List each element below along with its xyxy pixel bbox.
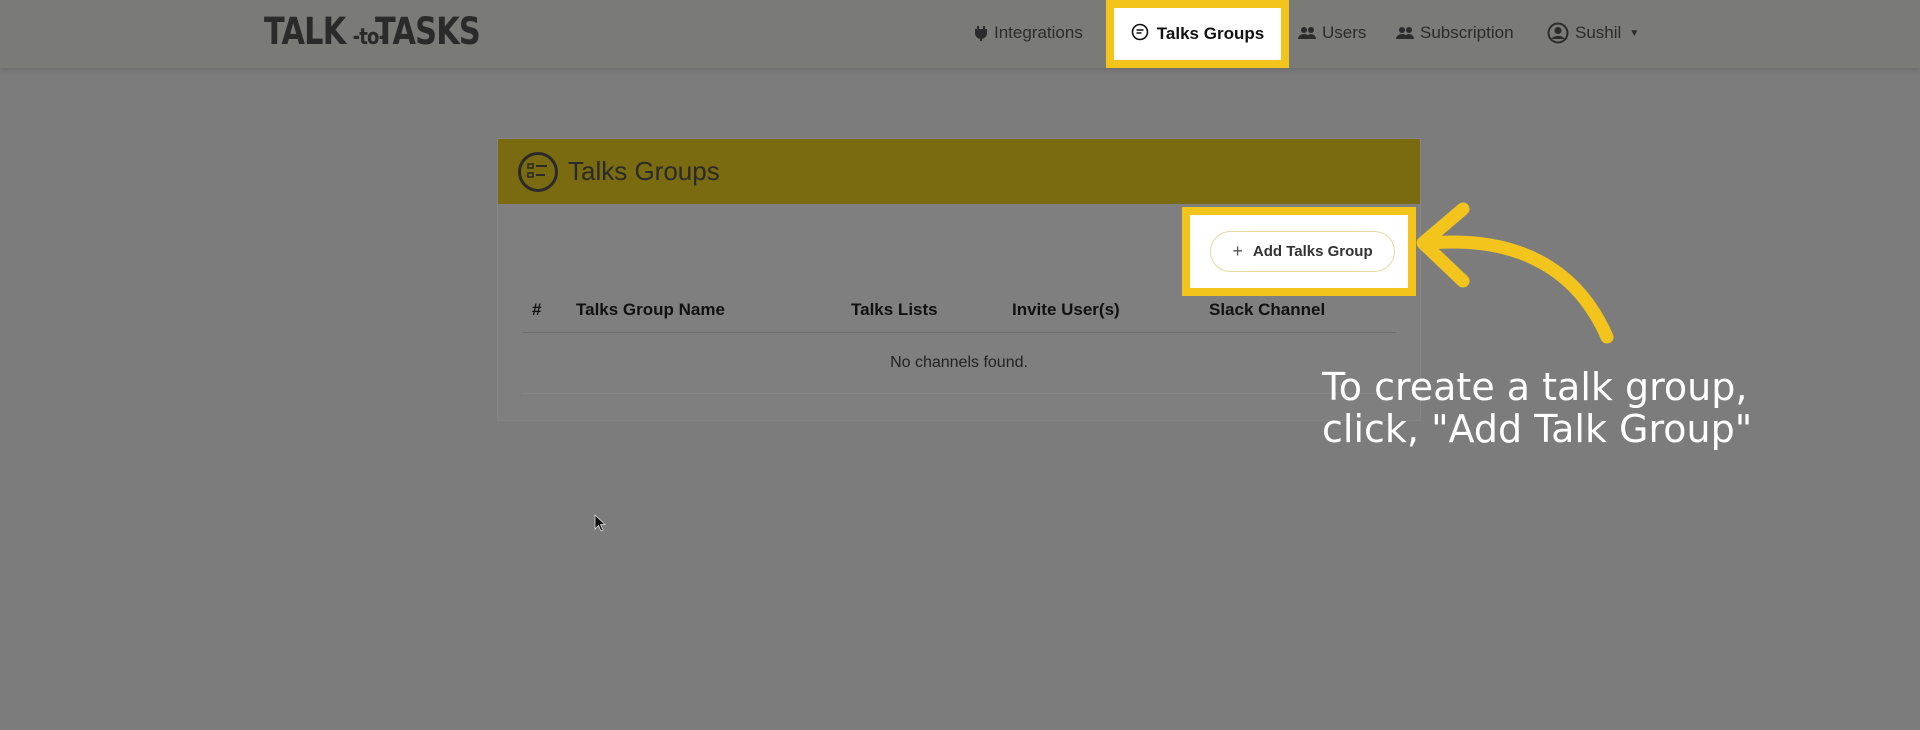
nav-talks-groups[interactable]: Talks Groups [1106, 0, 1289, 68]
nav-subscription-label: Subscription [1420, 23, 1514, 42]
card-title: Talks Groups [568, 156, 720, 186]
add-talks-group-label: Add Talks Group [1252, 243, 1373, 260]
column-header-name: Talks Group Name [576, 300, 725, 319]
users-icon [1298, 26, 1316, 40]
nav-talks-groups-label: Talks Groups [1156, 24, 1265, 43]
annotation-callout: To create a talk group, click, "Add Talk… [1322, 366, 1752, 450]
user-menu-label: Sushil [1575, 23, 1622, 42]
nav-integrations[interactable]: Integrations [974, 0, 1083, 66]
mouse-cursor-icon [594, 514, 607, 532]
chat-bubble-icon [1131, 23, 1149, 46]
brand-part-3: TASKS [375, 10, 481, 53]
annotation-line-1: To create a talk group, [1322, 365, 1748, 409]
annotation-line-2: click, "Add Talk Group" [1322, 407, 1753, 451]
nav-integrations-label: Integrations [994, 23, 1083, 42]
annotation-arrow-icon [1416, 202, 1614, 344]
column-header-talks-lists: Talks Lists [851, 300, 938, 319]
brand-part-1: TALK [264, 10, 346, 53]
column-header-index: # [532, 300, 542, 319]
table-bottom-divider [522, 393, 1396, 394]
table-header-divider [522, 332, 1396, 333]
brand-logo[interactable]: TALK -to- TASKS [264, 10, 503, 58]
caret-down-icon: ▼ [1629, 27, 1640, 39]
users-icon [1396, 26, 1414, 40]
nav-users[interactable]: Users [1298, 0, 1366, 66]
nav-users-label: Users [1322, 23, 1367, 42]
plug-icon [974, 25, 988, 41]
user-circle-icon [1547, 22, 1569, 44]
card-header: Talks Groups [498, 139, 1420, 204]
empty-table-message: No channels found. [890, 354, 1028, 371]
plus-icon: + [1232, 241, 1243, 261]
add-talks-group-button[interactable]: + Add Talks Group [1210, 231, 1395, 272]
user-menu-dropdown[interactable]: Sushil ▼ [1547, 0, 1639, 66]
talks-logo-icon [518, 151, 558, 192]
nav-subscription[interactable]: Subscription [1396, 0, 1514, 66]
top-navbar: TALK -to- TASKS Integrations Users Subsc… [0, 0, 1920, 68]
add-button-highlight: + Add Talks Group [1182, 207, 1416, 296]
column-header-slack-channel: Slack Channel [1209, 300, 1326, 319]
column-header-invite-users: Invite User(s) [1012, 300, 1120, 319]
